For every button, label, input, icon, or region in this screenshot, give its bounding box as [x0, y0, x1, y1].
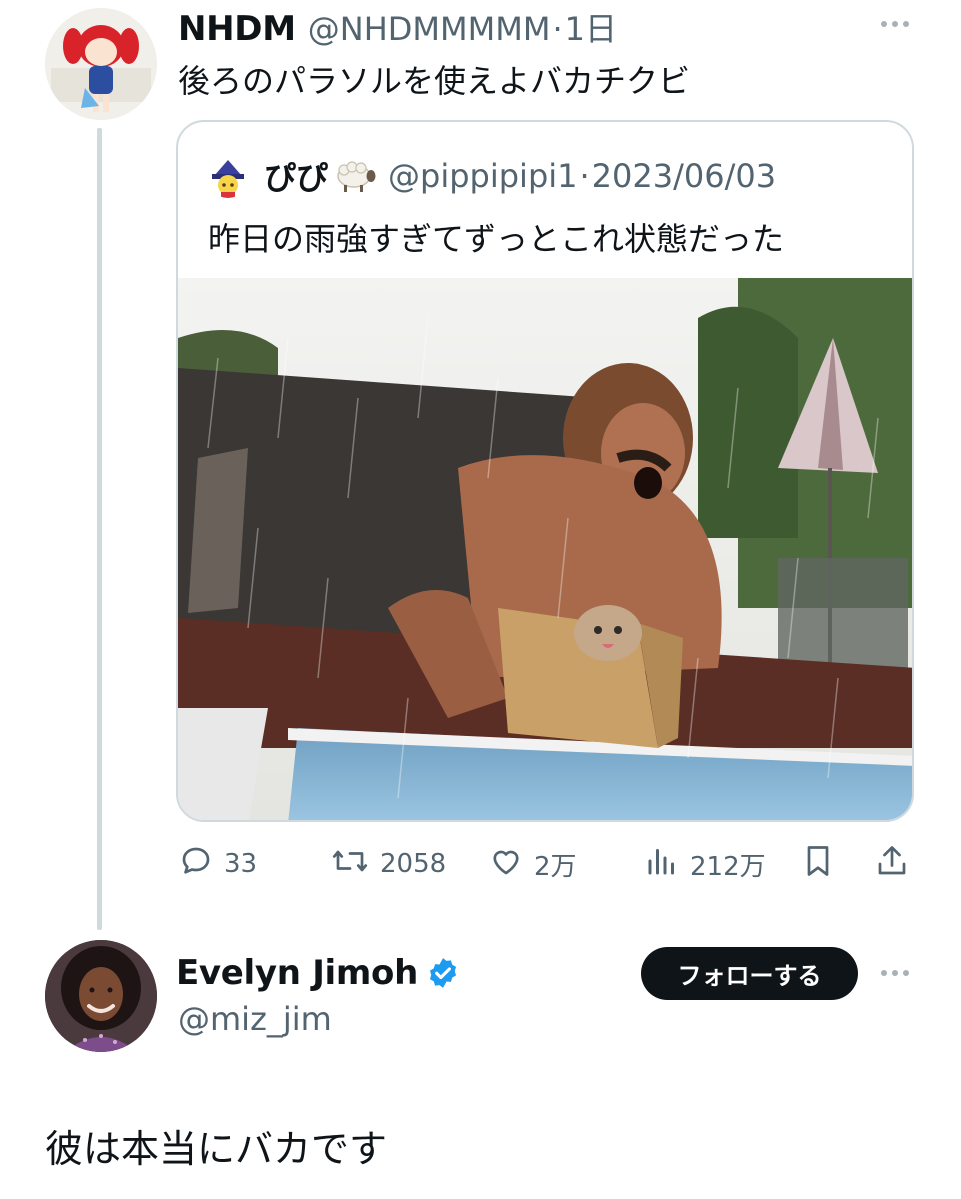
verified-badge-icon: [426, 956, 460, 990]
reply-author-row: Evelyn Jimoh: [176, 950, 460, 996]
reply-count: 33: [224, 849, 258, 879]
retweet-button[interactable]: 2058: [330, 842, 446, 886]
quote-header: ぴぴ @pippipipi1 · 2023/06/03: [264, 154, 776, 198]
sheep-emoji-icon: [332, 158, 376, 194]
retweet-count: 2058: [380, 849, 447, 879]
quote-text: 昨日の雨強すぎてずっとこれ状態だった: [208, 220, 785, 258]
more-icon[interactable]: [881, 970, 909, 976]
views-button[interactable]: 212万: [644, 842, 766, 886]
author-handle[interactable]: @NHDMMMMM: [308, 10, 551, 48]
tweet-time[interactable]: 1日: [565, 4, 617, 50]
views-count: 212万: [690, 851, 766, 882]
share-icon: [874, 843, 910, 886]
views-icon: [644, 843, 680, 886]
quote-avatar[interactable]: [208, 158, 248, 198]
follow-button[interactable]: フォローする: [641, 947, 858, 1000]
quote-photo[interactable]: [178, 278, 912, 820]
more-icon[interactable]: [881, 21, 909, 27]
retweet-icon: [330, 843, 370, 886]
quote-date[interactable]: 2023/06/03: [592, 157, 776, 195]
reply-icon: [178, 843, 214, 886]
share-button[interactable]: [874, 842, 910, 886]
bookmark-icon: [800, 843, 836, 886]
tweet-header: NHDM @NHDMMMMM · 1日: [178, 4, 617, 50]
like-count: 2万: [534, 851, 577, 882]
reply-author-handle[interactable]: @miz_jim: [178, 1000, 332, 1038]
quoted-tweet-card[interactable]: ぴぴ @pippipipi1 · 2023/06/03 昨日の雨強すぎてずっとこ…: [176, 120, 914, 822]
reply-text: 彼は本当にバカです: [45, 1127, 388, 1171]
like-icon: [488, 843, 524, 886]
tweet-text: 後ろのパラソルを使えよバカチクビ: [178, 62, 691, 100]
reply-button[interactable]: 33: [178, 842, 257, 886]
like-button[interactable]: 2万: [488, 842, 577, 886]
quote-author-name[interactable]: ぴぴ: [264, 153, 328, 199]
bookmark-button[interactable]: [800, 842, 836, 886]
nhdm-avatar[interactable]: [45, 8, 157, 120]
header-separator: ·: [552, 10, 563, 48]
quote-separator: ·: [579, 157, 590, 195]
quote-author-handle[interactable]: @pippipipi1: [388, 157, 577, 195]
thread-connector-line: [97, 128, 102, 930]
author-name[interactable]: NHDM: [178, 9, 296, 49]
evelyn-avatar[interactable]: [45, 940, 157, 1052]
reply-author-name[interactable]: Evelyn Jimoh: [176, 953, 418, 993]
